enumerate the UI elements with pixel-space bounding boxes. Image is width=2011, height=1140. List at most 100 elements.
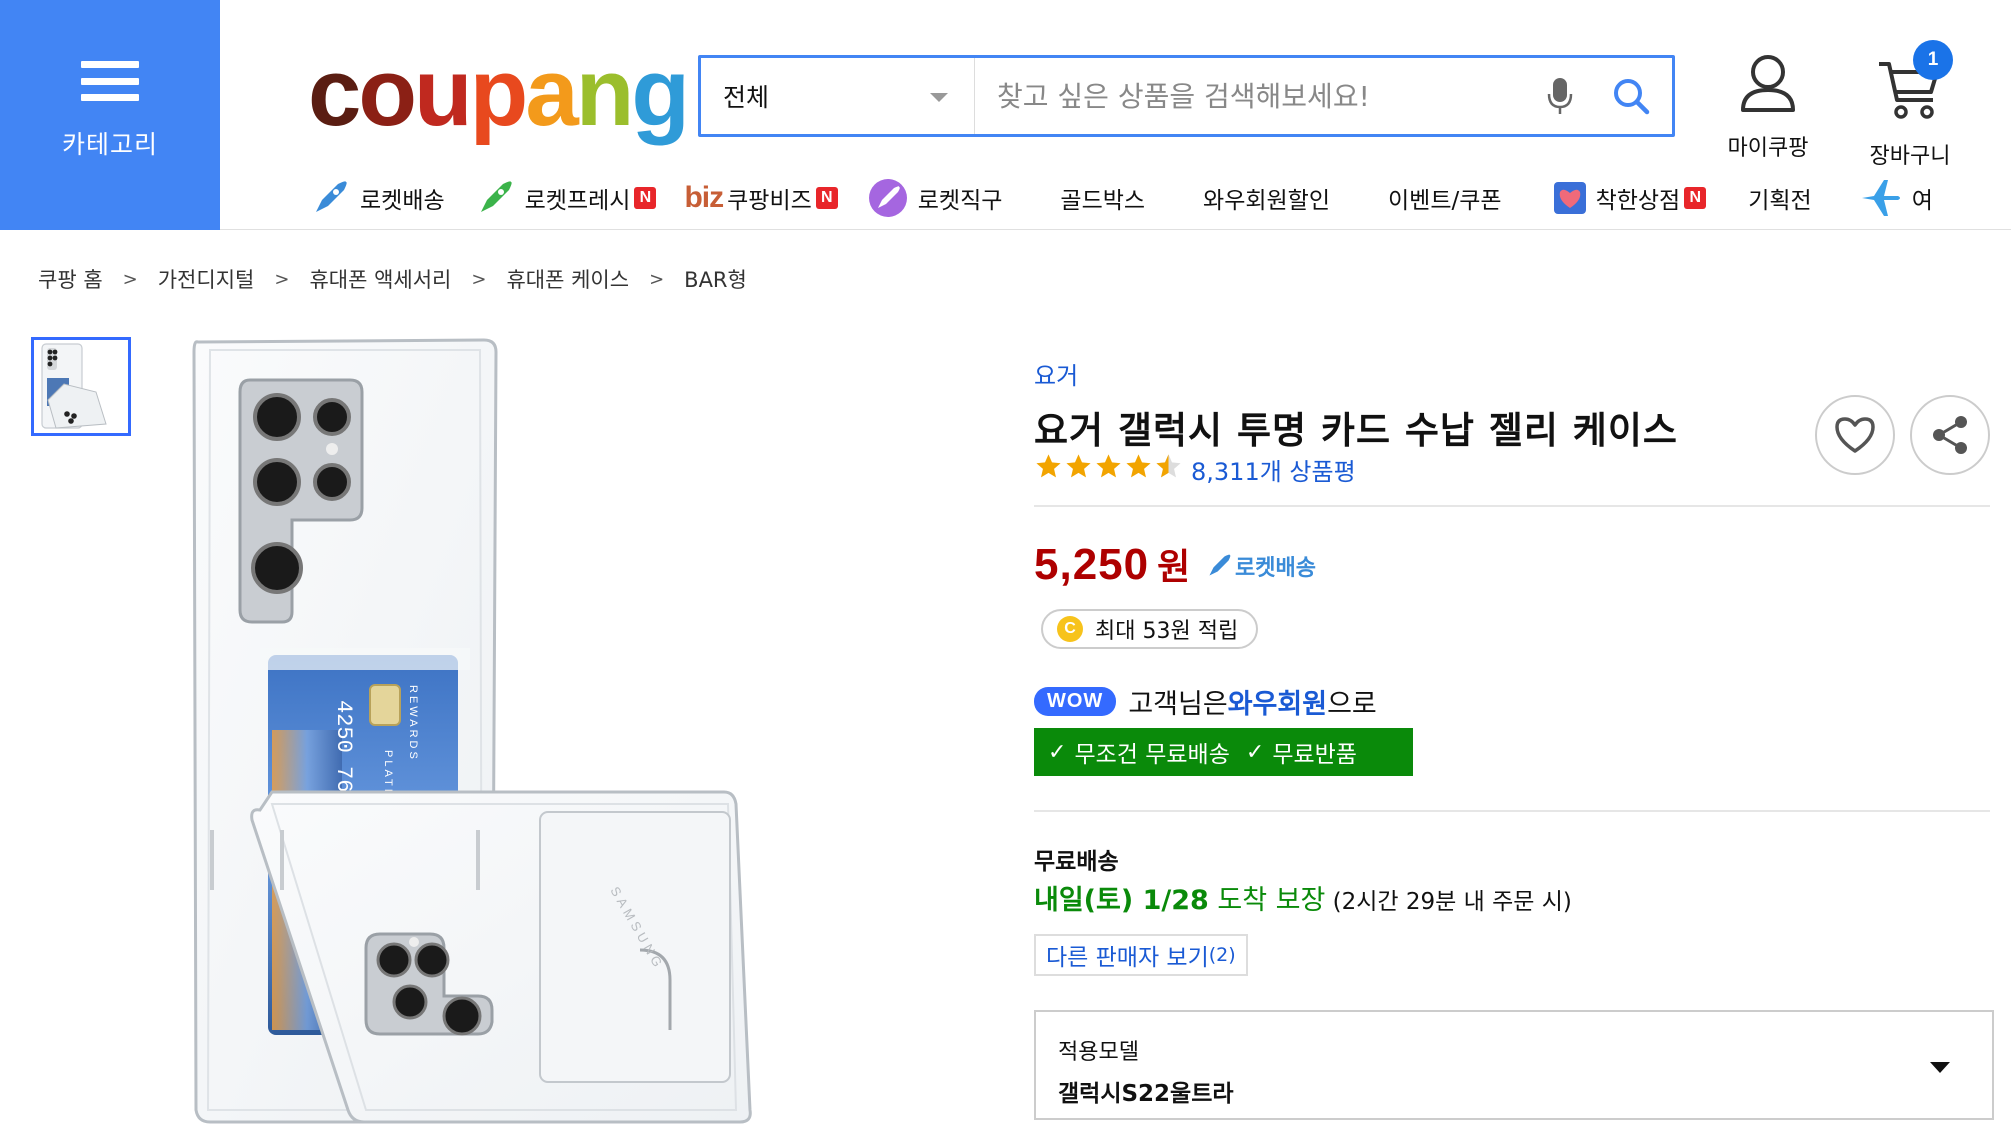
phone-case-thumbnail [34,340,128,433]
airplane-icon [1860,176,1904,220]
model-option-select[interactable]: 적용모델 갤럭시S22울트라 [1034,1010,1994,1120]
delivery-condition: (2시간 29분 내 주문 시) [1325,889,1572,915]
review-count-link[interactable]: 8,311개 상품평 [1191,452,1356,487]
nav-label: 와우회원할인 [1203,188,1331,214]
user-icon [1741,55,1795,112]
search-input[interactable] [975,58,1530,134]
nav-rocket-fresh[interactable]: 로켓프레시 N [473,176,657,220]
wishlist-button[interactable] [1815,395,1895,475]
search-bar: 전체 [698,55,1675,137]
nav-label: 로켓배송 [360,188,445,214]
wow-suffix: 으로 [1327,689,1377,720]
points-text: 최대 53원 적립 [1095,619,1239,644]
category-menu-button[interactable]: 카테고리 [0,0,220,230]
breadcrumb-item[interactable]: 휴대폰 액세서리 [309,264,451,294]
nav-label: 로켓직구 [917,188,1003,214]
mycoupang-label: 마이쿠팡 [1727,136,1809,161]
nav-good-store[interactable]: 착한상점 N [1552,176,1707,220]
nav-label: 이벤트/쿠폰 [1388,188,1502,214]
nav-events[interactable]: 이벤트/쿠폰 [1388,181,1502,215]
nav-rocket-delivery[interactable]: 로켓배송 [308,176,445,220]
free-ship-label: 무조건 무료배송 [1074,742,1230,768]
wow-membership-row: WOW 고객님은 와우회원 으로 [1034,682,1377,721]
nav-label: 골드박스 [1060,188,1146,214]
nav-label: 여 [1911,188,1933,214]
price-unit: 원 [1157,547,1192,588]
star-icon [1036,454,1061,478]
rocket-tag-label: 로켓배송 [1235,556,1316,581]
search-scope-value: 전체 [723,83,770,112]
nav-label: 기획전 [1748,188,1812,214]
check-icon: ✓ [1048,739,1067,765]
nav-rocket-direct[interactable]: 로켓직구 [866,176,1003,220]
product-title: 요거 갤럭시 투명 카드 수납 젤리 케이스 [1034,409,1678,452]
rocket-icon [1206,554,1231,579]
star-icon [1096,454,1121,478]
divider [1034,505,1990,507]
new-badge: N [634,187,657,209]
free-return-label: 무료반품 [1272,742,1357,768]
delivery-guarantee: 도착 보장 [1208,885,1326,916]
rating-stars [1034,452,1184,481]
cart-button[interactable]: 1 장바구니 [1855,40,1965,170]
hamburger-icon [81,61,139,101]
breadcrumb: 쿠팡 홈 > 가전디지털 > 휴대폰 액세서리 > 휴대폰 케이스 > BAR형 [38,262,747,296]
nav-travel[interactable]: 여 [1860,176,1933,220]
breadcrumb-separator: > [649,268,665,290]
product-thumbnail[interactable] [31,337,131,436]
breadcrumb-separator: > [274,268,290,290]
price-value: 5,250 [1034,540,1150,589]
nav-goldbox[interactable]: 골드박스 [1060,181,1145,215]
coupang-logo[interactable]: coupang [308,38,690,148]
category-label: 카테고리 [61,130,158,159]
share-icon [1933,416,1967,454]
wow-member-label: 와우회원 [1227,689,1328,720]
chevron-down-icon [1930,1062,1950,1073]
heart-icon [1835,417,1875,453]
cart-count-badge: 1 [1913,40,1953,80]
price: 5,250 원 [1034,538,1191,590]
brand-link[interactable]: 요거 [1034,356,1078,391]
nav-label: 로켓프레시 [524,188,631,214]
rocket-fresh-icon [473,176,517,220]
category-nav: 로켓배송 로켓프레시 N biz 쿠팡비즈 N 로켓직구 골드박스 와우회원할인 [308,168,1961,228]
shipping-title: 무료배송 [1034,849,1119,875]
share-button[interactable] [1910,395,1990,475]
search-icon[interactable] [1590,58,1672,134]
nav-coupang-biz[interactable]: biz 쿠팡비즈 N [684,181,838,215]
microphone-icon[interactable] [1530,58,1590,134]
mycoupang-button[interactable]: 마이쿠팡 [1718,52,1818,162]
points-badge: C 최대 53원 적립 [1041,609,1259,649]
breadcrumb-separator: > [471,268,487,290]
divider [1034,810,1990,812]
other-sellers-count: (2) [1208,944,1236,966]
search-scope-select[interactable]: 전체 [701,58,975,134]
breadcrumb-item[interactable]: BAR형 [684,264,747,294]
chevron-down-icon [930,93,948,102]
star-half-icon [1156,454,1181,478]
other-sellers-button[interactable]: 다른 판매자 보기 (2) [1034,934,1248,976]
nav-wow-discount[interactable]: 와우회원할인 [1203,181,1330,215]
new-badge: N [815,187,838,209]
option-label: 적용모델 [1058,1040,1139,1065]
breadcrumb-item[interactable]: 가전디지털 [158,264,255,294]
rocket-delivery-tag: 로켓배송 [1203,550,1316,582]
product-main-image[interactable]: 4250 7681 REWARDS PLATINUM SAMSUNG [180,330,960,1136]
star-icon [1126,454,1151,478]
nav-special[interactable]: 기획전 [1748,181,1811,215]
check-icon: ✓ [1245,739,1265,765]
nav-label: 쿠팡비즈 [727,188,812,214]
new-badge: N [1684,187,1707,209]
breadcrumb-item[interactable]: 휴대폰 케이스 [506,264,629,294]
nav-label: 착한상점 [1595,188,1681,214]
phone-case-image: 4250 7681 REWARDS PLATINUM SAMSUNG [192,338,752,1124]
other-sellers-label: 다른 판매자 보기 [1046,945,1209,971]
wow-badge: WOW [1034,687,1117,716]
coin-icon: C [1057,616,1083,642]
rocket-icon [308,176,352,220]
card-rewards-text: REWARDS [407,685,419,762]
breadcrumb-item[interactable]: 쿠팡 홈 [38,264,103,294]
rocket-direct-icon [866,176,910,220]
biz-logo: biz [684,181,724,214]
good-store-icon [1552,176,1588,220]
